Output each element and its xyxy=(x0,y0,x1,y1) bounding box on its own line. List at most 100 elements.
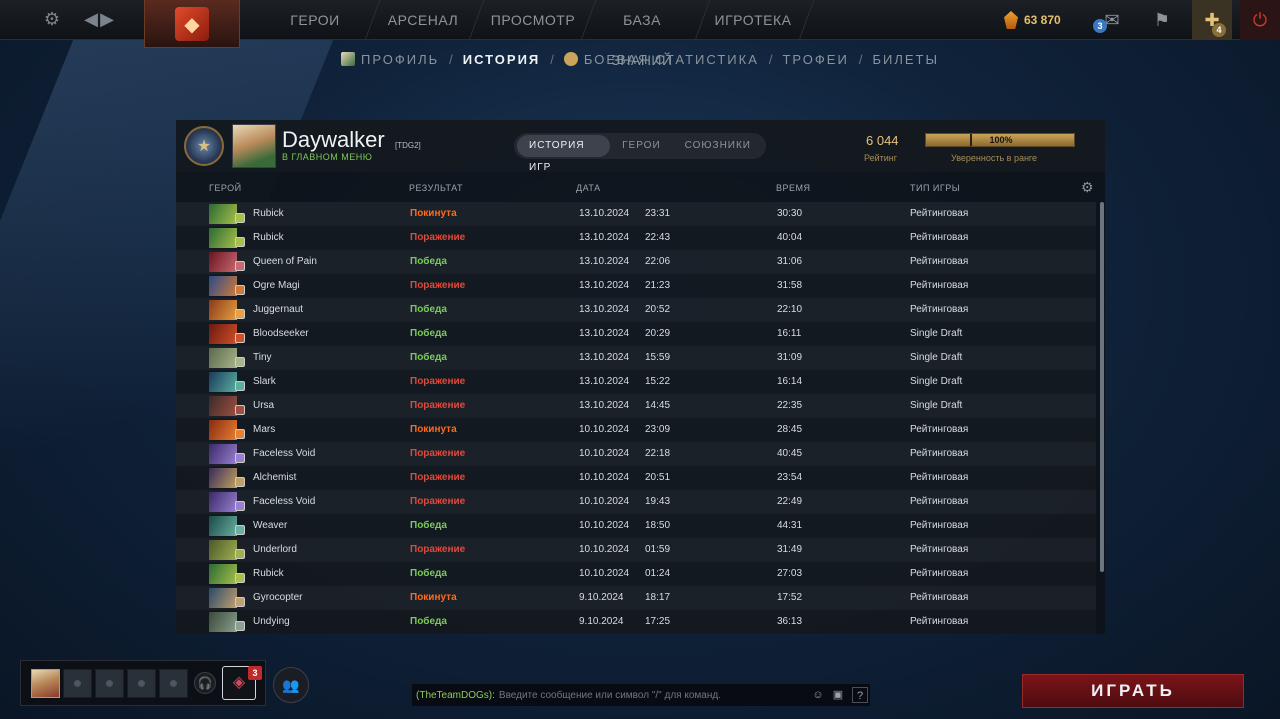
rank-medal-icon[interactable]: ★ xyxy=(184,126,224,166)
table-row[interactable]: Underlord Поражение 10.10.2024 01:59 31:… xyxy=(176,538,1096,562)
column-header-date[interactable]: ДАТА xyxy=(576,183,601,193)
forward-arrow-icon[interactable]: ▶ xyxy=(96,8,118,30)
avatar[interactable] xyxy=(232,124,276,168)
table-row[interactable]: Bloodseeker Победа 13.10.2024 20:29 16:1… xyxy=(176,322,1096,346)
party-slot-empty[interactable]: ● xyxy=(95,669,124,698)
emoji-icon[interactable]: ☺ xyxy=(810,687,826,703)
column-header-game-mode[interactable]: ТИП ИГРЫ xyxy=(910,183,960,193)
user-icon: ● xyxy=(136,675,147,692)
table-row[interactable]: Gyrocopter Покинута 9.10.2024 18:17 17:5… xyxy=(176,586,1096,610)
role-icon xyxy=(235,525,245,535)
chat-wheel-button[interactable]: ✉ 3 xyxy=(1092,0,1132,40)
nav-watch[interactable]: ПРОСМОТР xyxy=(486,0,580,40)
table-row[interactable]: Queen of Pain Победа 13.10.2024 22:06 31… xyxy=(176,250,1096,274)
chat-input-bar[interactable]: (TheTeamDOGs): Введите сообщение или сим… xyxy=(412,684,870,706)
match-duration: 16:11 xyxy=(777,328,802,339)
game-mode: Рейтинговая xyxy=(910,424,969,435)
table-row[interactable]: Tiny Победа 13.10.2024 15:59 31:09 Singl… xyxy=(176,346,1096,370)
subnav-divider: / xyxy=(449,51,453,67)
friends-button[interactable]: 👥 xyxy=(273,667,309,703)
hero-portrait xyxy=(209,300,237,320)
tab-match-history[interactable]: ИСТОРИЯ ИГР xyxy=(517,135,611,173)
hero-portrait xyxy=(209,492,237,512)
chat-channel[interactable]: (TheTeamDOGs): xyxy=(416,690,495,701)
role-icon xyxy=(235,357,245,367)
history-tabs: ИСТОРИЯ ИГР ГЕРОИ СОЮЗНИКИ xyxy=(514,133,766,173)
guild-button[interactable]: ⚑ xyxy=(1142,0,1182,40)
nav-knowledge-base[interactable]: БАЗА ЗНАНИЙ xyxy=(594,0,690,68)
match-date: 13.10.2024 xyxy=(579,280,630,291)
chat-wheel-icon[interactable]: ▣ xyxy=(830,687,846,703)
match-date: 13.10.2024 xyxy=(579,376,630,387)
table-row[interactable]: Weaver Победа 10.10.2024 18:50 44:31 Рей… xyxy=(176,514,1096,538)
table-row[interactable]: Ursa Поражение 13.10.2024 14:45 22:35 Si… xyxy=(176,394,1096,418)
subnav-tickets[interactable]: БИЛЕТЫ xyxy=(872,52,939,67)
match-duration: 27:03 xyxy=(777,568,803,579)
party-slot-empty[interactable]: ● xyxy=(63,669,92,698)
shard-icon xyxy=(1004,11,1018,29)
table-row[interactable]: Alchemist Поражение 10.10.2024 20:51 23:… xyxy=(176,466,1096,490)
scrollbar[interactable] xyxy=(1100,202,1104,572)
tab-allies[interactable]: СОЮЗНИКИ xyxy=(673,135,763,157)
hero-portrait xyxy=(209,228,237,248)
player-name: Daywalker xyxy=(282,127,385,152)
subnav-profile[interactable]: ПРОФИЛЬ xyxy=(341,52,439,67)
table-row[interactable]: Rubick Победа 10.10.2024 01:24 27:03 Рей… xyxy=(176,562,1096,586)
table-row[interactable]: Faceless Void Поражение 10.10.2024 19:43… xyxy=(176,490,1096,514)
inventory-button[interactable]: ◈ 3 xyxy=(222,666,262,700)
plus-button[interactable]: ✚ 4 xyxy=(1192,0,1232,40)
subnav-divider: / xyxy=(550,51,554,67)
shards-counter[interactable]: 63 870 xyxy=(1004,6,1061,34)
table-row[interactable]: Undying Победа 9.10.2024 17:25 36:13 Рей… xyxy=(176,610,1096,634)
subnav-battle-stats[interactable]: БОЕВАЯ СТАТИСТИКА xyxy=(563,52,759,67)
role-icon xyxy=(235,261,245,271)
subnav-history[interactable]: ИСТОРИЯ xyxy=(463,52,541,67)
gear-icon[interactable]: ⚙ xyxy=(41,8,63,30)
table-row[interactable]: Slark Поражение 13.10.2024 15:22 16:14 S… xyxy=(176,370,1096,394)
party-slot-empty[interactable]: ● xyxy=(159,669,188,698)
match-duration: 30:30 xyxy=(777,208,803,219)
hero-name: Mars xyxy=(253,424,276,435)
hero-name: Juggernaut xyxy=(253,304,304,315)
column-header-result[interactable]: РЕЗУЛЬТАТ xyxy=(409,183,463,193)
match-start-time: 15:59 xyxy=(645,352,671,363)
dota-logo-button[interactable]: ◆ xyxy=(144,0,240,48)
column-header-hero[interactable]: ГЕРОЙ xyxy=(209,183,242,193)
table-row[interactable]: Faceless Void Поражение 10.10.2024 22:18… xyxy=(176,442,1096,466)
role-icon xyxy=(235,237,245,247)
game-mode: Рейтинговая xyxy=(910,232,969,243)
subnav-trophies[interactable]: ТРОФЕИ xyxy=(782,52,848,67)
role-icon xyxy=(235,309,245,319)
party-slot-empty[interactable]: ● xyxy=(127,669,156,698)
nav-arsenal[interactable]: АРСЕНАЛ xyxy=(380,0,466,40)
profile-avatar-icon xyxy=(341,52,355,66)
tab-heroes[interactable]: ГЕРОИ xyxy=(610,135,673,157)
table-row[interactable]: Rubick Поражение 13.10.2024 22:43 40:04 … xyxy=(176,226,1096,250)
help-button[interactable]: ? xyxy=(852,687,868,703)
chat-input[interactable]: Введите сообщение или символ "/" для ком… xyxy=(499,690,721,701)
column-header-duration[interactable]: ВРЕМЯ xyxy=(776,183,811,193)
exit-button[interactable]: ⏻ xyxy=(1240,0,1280,40)
nav-heroes[interactable]: ГЕРОИ xyxy=(270,0,360,40)
game-mode: Рейтинговая xyxy=(910,304,969,315)
party-slot-self[interactable] xyxy=(31,669,60,698)
play-button[interactable]: ИГРАТЬ xyxy=(1022,674,1244,708)
table-row[interactable]: Ogre Magi Поражение 13.10.2024 21:23 31:… xyxy=(176,274,1096,298)
nav-arcade[interactable]: ИГРОТЕКА xyxy=(710,0,796,40)
subnav-tickets-label: БИЛЕТЫ xyxy=(872,51,939,67)
table-row[interactable]: Mars Покинута 10.10.2024 23:09 28:45 Рей… xyxy=(176,418,1096,442)
role-icon xyxy=(235,285,245,295)
match-result: Поражение xyxy=(410,280,466,291)
table-row[interactable]: Rubick Покинута 13.10.2024 23:31 30:30 Р… xyxy=(176,202,1096,226)
chat-count-badge: 3 xyxy=(1093,19,1107,33)
gear-icon[interactable]: ⚙ xyxy=(1081,179,1094,196)
inventory-count-badge: 3 xyxy=(248,666,262,680)
match-result: Победа xyxy=(410,616,447,627)
voice-chat-button[interactable]: 🎧 xyxy=(194,672,216,694)
match-date: 13.10.2024 xyxy=(579,352,630,363)
match-start-time: 21:23 xyxy=(645,280,671,291)
match-date: 9.10.2024 xyxy=(579,592,624,603)
match-duration: 23:54 xyxy=(777,472,803,483)
table-row[interactable]: Juggernaut Победа 13.10.2024 20:52 22:10… xyxy=(176,298,1096,322)
match-date: 13.10.2024 xyxy=(579,208,630,219)
